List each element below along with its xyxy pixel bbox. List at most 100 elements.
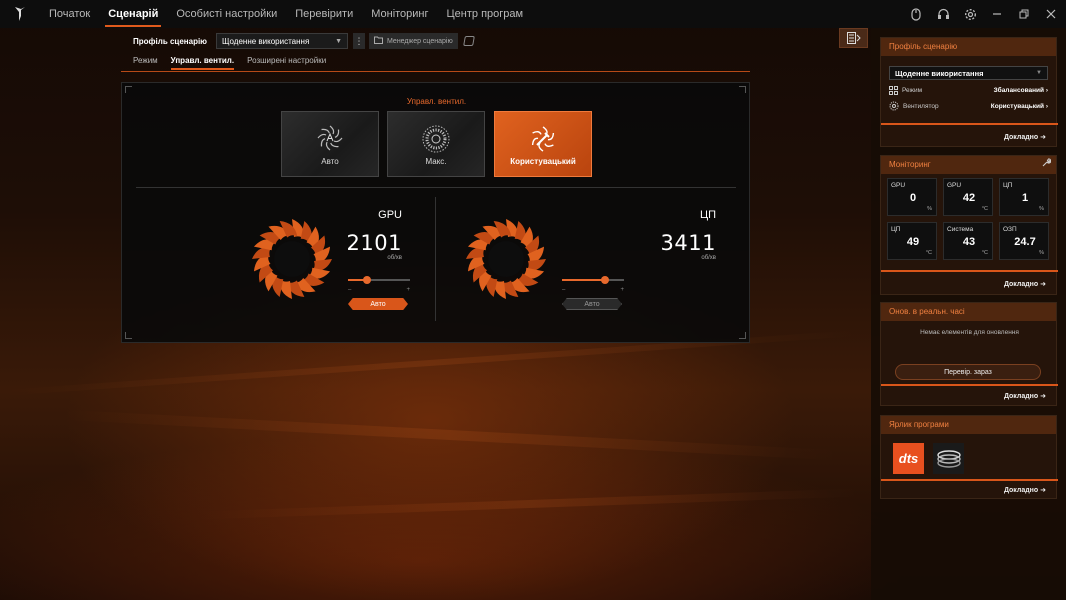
nav-item-app-center[interactable]: Центр програм [438, 0, 533, 28]
app-shortcut-card: Ярлик програми dts Докладно ➜ [880, 415, 1058, 499]
fan-icon [466, 219, 546, 299]
more-label: Докладно [1003, 134, 1039, 141]
cpu-slider-handle[interactable] [601, 276, 610, 284]
fan-mode-max-card[interactable]: Макс. [387, 111, 485, 177]
shortcut-more-link[interactable]: Докладно ➜ [1004, 486, 1046, 494]
monitor-value: 24.7 [1014, 236, 1036, 248]
settings-icon[interactable] [963, 7, 977, 21]
slider-max-mark: + [406, 287, 410, 293]
cpu-fan-graphic [464, 217, 548, 306]
gpu-fan-rpm: 2101 [346, 231, 402, 255]
fan-control-panel: Управл. вентил. Авто Макс. Користувацьки… [121, 82, 750, 343]
more-label: Докладно [1003, 487, 1039, 494]
monitor-label: ОЗП [1003, 226, 1017, 233]
profile-more-link[interactable]: Докладно ➜ [1004, 133, 1046, 141]
wrench-icon[interactable] [1042, 156, 1052, 174]
fan-mode-custom-card[interactable]: Користувацький [494, 111, 592, 177]
monitor-unit: °C [925, 250, 932, 256]
nav-item-personal-settings[interactable]: Особисті настройки [167, 0, 286, 28]
minimize-icon[interactable] [990, 7, 1004, 21]
mode-grid-icon [889, 86, 898, 95]
cpu-fan-name: ЦП [699, 209, 716, 221]
monitor-unit: % [927, 206, 932, 212]
restore-icon[interactable] [1017, 7, 1031, 21]
fan-control-title: Управл. вентил. [406, 97, 467, 106]
panel-corner [739, 86, 746, 93]
nav-item-monitoring[interactable]: Моніторинг [362, 0, 437, 28]
gpu-fan-section: GPU 2101 об/хв – + Авто [122, 197, 422, 337]
monitor-label: ЦП [1003, 182, 1013, 189]
right-sidebar: Профіль сценарію Щоденне використання ▼ … [871, 28, 1066, 600]
gpu-auto-button[interactable]: Авто [348, 298, 408, 310]
cpu-auto-button[interactable]: Авто [562, 298, 622, 310]
fan-mode-custom-label: Користувацький [510, 157, 576, 166]
profile-fan-row[interactable]: Вентилятор Користувацький › [889, 101, 1048, 111]
profile-dropdown[interactable]: Щоденне використання ▼ [216, 33, 349, 49]
external-link-icon[interactable] [462, 36, 475, 46]
slider-max-mark: + [620, 287, 624, 293]
profile-mode-value: Збалансований [993, 87, 1045, 94]
headset-icon[interactable] [936, 7, 950, 21]
panel-divider [136, 187, 736, 188]
gpu-fan-name: GPU [378, 209, 402, 221]
app-disc-icon[interactable] [933, 443, 964, 474]
card-separator [881, 479, 1058, 481]
gpu-slider-ticks: – + [348, 287, 410, 293]
monitor-unit: °C [981, 206, 988, 212]
update-more-link[interactable]: Докладно ➜ [1004, 392, 1046, 400]
profile-fan-key: Вентилятор [903, 102, 939, 110]
cpu-fan-section: ЦП 3411 об/хв – + Авто [436, 197, 736, 337]
monitor-cell-ram-usage: ОЗП 24.7% [999, 222, 1049, 260]
shortcut-card-title: Ярлик програми [881, 416, 1056, 434]
fan-custom-icon [531, 126, 555, 152]
tabs-divider [121, 71, 750, 72]
monitor-cell-system-temp: Система 43 °C [943, 222, 993, 260]
nav-item-home[interactable]: Початок [40, 0, 99, 28]
tab-fan-control[interactable]: Управл. вентил. [170, 56, 235, 70]
nav-item-scenario[interactable]: Сценарій [99, 0, 167, 28]
check-now-button[interactable]: Перевір. зараз [895, 364, 1041, 380]
monitor-unit: °C [981, 250, 988, 256]
more-options-button[interactable]: ⋮ [353, 33, 366, 49]
chevron-down-icon: ▼ [335, 37, 343, 45]
card-separator [881, 384, 1058, 386]
scenario-manager-button[interactable]: Менеджер сценарію [369, 33, 458, 49]
update-card-title: Онов. в реальн. часі [881, 303, 1056, 321]
cpu-fan-slider[interactable] [562, 276, 624, 284]
dts-logo: dts [898, 451, 919, 466]
monitor-value: 43 [962, 236, 976, 248]
tab-mode[interactable]: Режим [133, 56, 158, 70]
fan-mode-auto-label: Авто [321, 157, 339, 166]
fan-max-icon [422, 125, 450, 153]
dts-icon[interactable]: dts [893, 443, 924, 474]
monitor-cell-gpu-usage: GPU 0% [887, 178, 937, 216]
fan-icon [889, 101, 899, 111]
sidebar-profile-dropdown[interactable]: Щоденне використання ▼ [889, 66, 1048, 80]
nav-item-check[interactable]: Перевірити [286, 0, 362, 28]
mouse-icon[interactable] [909, 7, 923, 21]
profile-fan-value: Користувацький [990, 102, 1045, 110]
gpu-fan-slider[interactable] [348, 276, 410, 284]
profile-mode-row[interactable]: Режим Збалансований › [889, 86, 1048, 95]
gpu-slider-handle[interactable] [362, 276, 371, 284]
monitoring-more-link[interactable]: Докладно ➜ [1004, 280, 1046, 288]
sidebar-collapse-icon [846, 32, 861, 44]
sub-tabs: Режим Управл. вентил. Розширені настройк… [133, 56, 326, 70]
more-label: Докладно [1003, 393, 1039, 400]
fan-auto-icon [317, 125, 343, 151]
profile-card: Профіль сценарію Щоденне використання ▼ … [880, 37, 1058, 147]
monitor-label: GPU [947, 182, 962, 189]
cpu-slider-fill [562, 279, 606, 281]
monitor-label: Система [947, 226, 974, 233]
fan-hub [274, 241, 310, 277]
profile-mode-key: Режим [902, 87, 923, 94]
fan-mode-auto-card[interactable]: Авто [281, 111, 379, 177]
monitor-unit: % [1039, 206, 1044, 212]
monitor-cell-cpu-usage: ЦП 1% [999, 178, 1049, 216]
fan-icon [252, 219, 332, 299]
folder-icon [374, 36, 384, 46]
tab-advanced-settings[interactable]: Розширені настройки [247, 56, 326, 70]
monitor-value: 0 [909, 192, 917, 204]
close-icon[interactable] [1044, 7, 1058, 21]
sidebar-toggle-button[interactable] [839, 28, 868, 48]
